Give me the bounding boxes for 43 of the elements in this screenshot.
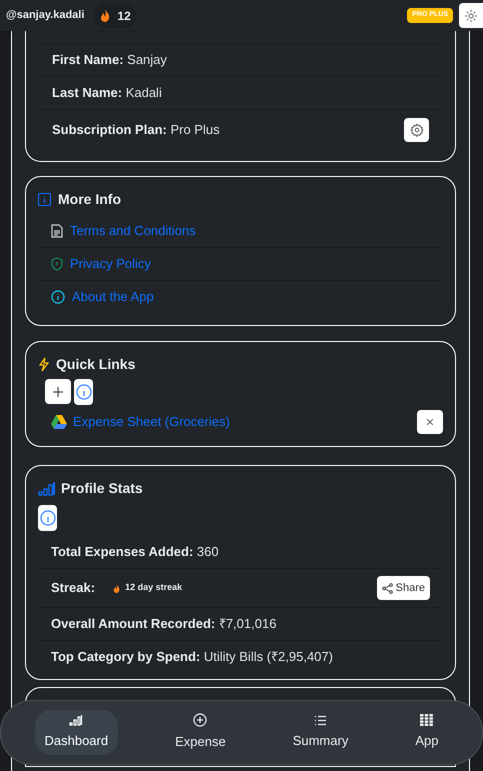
stat-field: Overall Amount Recorded: ₹7,01,016 xyxy=(51,614,276,634)
info-button[interactable] xyxy=(74,379,93,405)
drive-triangle-icon xyxy=(51,415,67,429)
plus-icon xyxy=(53,386,63,396)
profile-field: First Name: Sanjay xyxy=(52,50,167,70)
lightning-icon xyxy=(38,357,49,372)
flame-icon xyxy=(113,584,120,592)
theme-toggle-button[interactable] xyxy=(459,3,483,28)
add-button[interactable] xyxy=(45,379,71,404)
profile-field: Subscription Plan: Pro Plus xyxy=(52,120,220,140)
grid-icon xyxy=(420,714,434,726)
stat-label: Streak: xyxy=(51,579,96,598)
gear-icon xyxy=(410,122,424,136)
nav-tab[interactable]: Expense xyxy=(165,709,236,756)
card-title: More Info xyxy=(58,190,121,209)
nav-tab[interactable]: Summary xyxy=(282,710,358,754)
info-icon xyxy=(40,510,56,526)
list-icon xyxy=(314,714,328,726)
settings-button[interactable] xyxy=(404,118,429,142)
info-icon xyxy=(51,290,65,304)
username: @sanjay.kadali xyxy=(6,8,84,24)
bar-chart-icon xyxy=(38,482,55,496)
bar-chart-icon xyxy=(69,714,84,726)
close-icon xyxy=(427,419,433,425)
stat-field: Top Category by Spend: Utility Bills (₹2,95,407) xyxy=(51,647,333,667)
nav-tab[interactable]: App xyxy=(405,710,448,755)
streak-text: 12 day streak xyxy=(125,581,182,594)
info-button[interactable] xyxy=(38,505,57,531)
document-icon xyxy=(51,224,63,238)
profile-field: Last Name: Kadali xyxy=(52,83,162,103)
stat-field: Total Expenses Added: 360 xyxy=(51,542,219,562)
card-title: Quick Links xyxy=(56,355,136,374)
share-icon xyxy=(382,582,393,594)
plus-circle-icon xyxy=(193,713,208,728)
card-title: Profile Stats xyxy=(61,479,143,498)
flame-icon xyxy=(100,9,110,22)
sun-icon xyxy=(465,10,477,22)
share-button[interactable]: Share xyxy=(376,576,430,600)
shield-icon xyxy=(51,257,63,271)
nav-tab[interactable]: Dashboard xyxy=(34,710,118,755)
remove-button[interactable] xyxy=(417,410,443,434)
streak-count: 12 xyxy=(117,8,131,24)
info-icon xyxy=(76,384,92,400)
